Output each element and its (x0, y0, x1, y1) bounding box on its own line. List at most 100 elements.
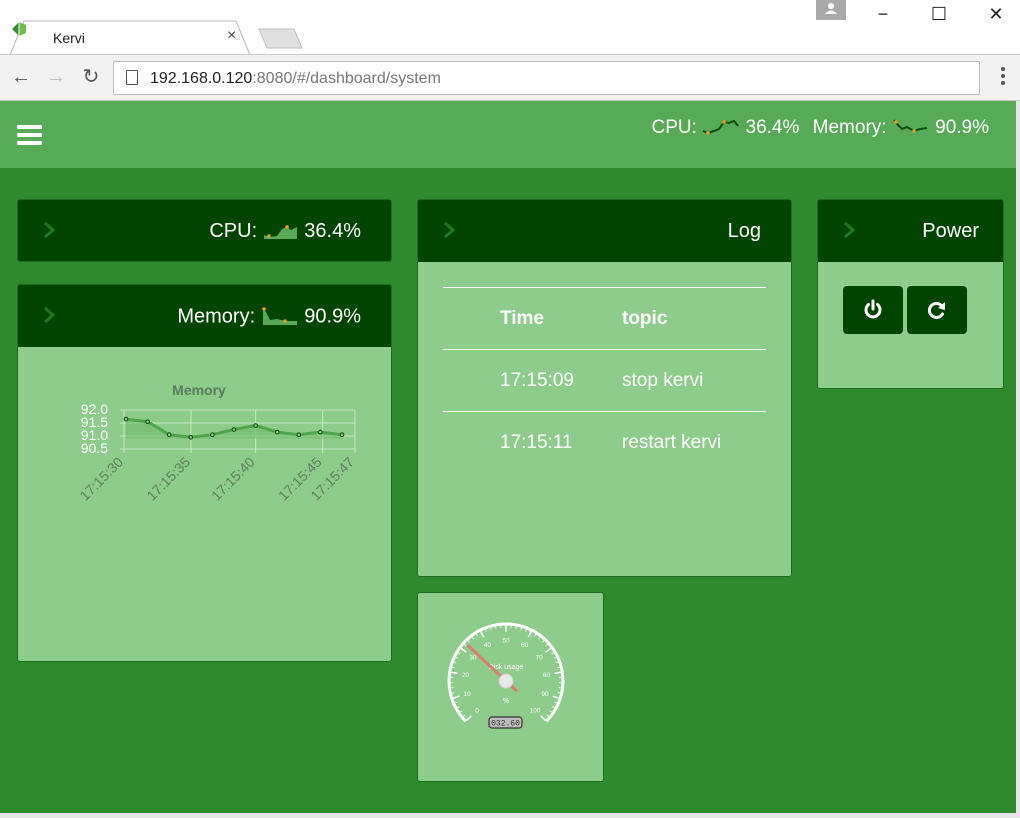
data-point (339, 432, 345, 437)
shutdown-button[interactable] (843, 286, 903, 334)
gauge-tick (455, 656, 459, 659)
cpu-sparkline-icon (702, 119, 739, 135)
close-window-button[interactable]: ✕ (981, 4, 1011, 24)
data-point (231, 427, 237, 432)
disk-usage-gauge: 0102030405060708090100 Disk usage % 032.… (447, 622, 565, 729)
memory-line-chart: Memory 92.091.591.090.5 17:15:30 17:15:35… (76, 382, 357, 504)
gauge-tick (515, 625, 517, 630)
address-bar[interactable]: 192.168.0.120:8080/#/dashboard/system (113, 61, 980, 95)
gauge-tick-label: 70 (536, 654, 544, 661)
browser-titlebar: Kervi × − ☐ ✕ (0, 0, 1020, 56)
power-panel-title: Power (922, 220, 979, 242)
data-point (253, 423, 258, 428)
x-tick-label: 17:15:40 (208, 454, 258, 504)
restart-icon (927, 301, 945, 319)
new-tab-button[interactable] (258, 28, 304, 50)
gauge-tick (554, 671, 562, 675)
gauge-tick (453, 661, 457, 664)
gauge-panel-body: 0 10 20 30 40 50 60 70 80 90 100 Disk usage % 032.… (418, 593, 603, 781)
gauge-readout: 032.60 (491, 720, 520, 729)
gauge-tick (545, 647, 552, 653)
browser-toolbar: ← → ↻ 192.168.0.120:8080/#/dashboard/sys… (0, 54, 1020, 101)
header-memory-label: Memory: (812, 117, 887, 138)
gauge-tick (540, 715, 547, 722)
maximize-button[interactable]: ☐ (924, 4, 954, 24)
gauge-tick (525, 628, 527, 632)
back-button[interactable]: ← (9, 65, 33, 89)
gauge-tick (527, 630, 533, 638)
log-table-header: Time topic (443, 288, 766, 349)
browser-menu-icon[interactable] (996, 67, 1010, 89)
memory-area-sparkline-icon (261, 307, 297, 325)
url-text: 192.168.0.120:8080/#/dashboard/system (150, 70, 441, 87)
header-stats: CPU: 36.4% Memory: 90.9% (652, 117, 989, 139)
gauge-tick (546, 714, 550, 718)
gauge-tick (489, 627, 492, 631)
log-topic: restart kervi (622, 432, 722, 453)
restart-button[interactable] (907, 286, 967, 334)
gauge-tick-label: 0 (475, 707, 479, 714)
log-panel-header[interactable]: Log (418, 200, 791, 262)
gauge-tick-label: 100 (530, 707, 541, 714)
power-panel-header[interactable]: Power (818, 200, 1003, 262)
memory-panel: Memory: 90.9% Memory 92.0 91.5 91.0 90.5 17… (17, 284, 392, 662)
header-cpu-value: 36.4% (745, 117, 800, 138)
gauge-tick (475, 633, 478, 637)
gauge-tick (462, 714, 466, 718)
cpu-area-sparkline-icon (263, 224, 297, 239)
chevron-right-icon (44, 306, 56, 324)
power-icon (864, 299, 882, 319)
gauge-tick (454, 701, 458, 704)
column-header-time: Time (500, 308, 545, 329)
data-point (296, 432, 302, 437)
header-cpu-label: CPU: (651, 117, 697, 138)
power-panel-body (818, 262, 1003, 388)
gauge-tick (552, 706, 556, 709)
gauge-tick (557, 666, 561, 669)
gauge-tick (549, 710, 553, 713)
gauge-tick (456, 706, 460, 709)
memory-panel-header[interactable]: Memory: 90.9% (18, 285, 391, 347)
memory-panel-value: 90.9% (304, 305, 361, 328)
y-tick-label: 90.5 (81, 440, 108, 456)
cpu-panel-value: 36.4% (304, 220, 361, 243)
tab-title: Kervi (53, 30, 85, 46)
gauge-tick-label: 40 (484, 642, 492, 649)
gauge-tick-label: 60 (521, 642, 529, 649)
gauge-tick (459, 710, 463, 713)
gauge-tick-label: 80 (543, 672, 551, 679)
browser-tab[interactable]: Kervi × (10, 20, 251, 56)
vertical-scrollbar[interactable] (1016, 101, 1020, 813)
gauge-tick (460, 647, 467, 653)
profile-button[interactable] (816, 0, 846, 20)
gauge-tick-label: 30 (469, 654, 477, 661)
gauge-tick (451, 692, 455, 694)
gauge-tick (551, 652, 555, 655)
menu-icon[interactable] (17, 125, 42, 145)
gauge-tick (552, 695, 560, 700)
reload-button[interactable]: ↻ (79, 65, 103, 89)
cpu-panel-header[interactable]: CPU: 36.4% (18, 200, 391, 261)
table-row: 17:15:11 restart kervi (443, 412, 766, 473)
gauge-tick (467, 639, 471, 643)
forward-button[interactable]: → (44, 65, 68, 89)
gauge-tick (541, 639, 545, 643)
data-point (210, 432, 215, 437)
minimize-button[interactable]: − (868, 4, 898, 24)
memory-sparkline-icon (893, 119, 927, 133)
tab-close-icon[interactable]: × (227, 27, 236, 45)
data-point (274, 429, 280, 435)
kervi-dashboard: CPU: 36.4% Memory: 90.9% CPU: 36.4% Memo… (0, 101, 1016, 813)
x-tick-label: 17:15:30 (76, 454, 126, 504)
log-time: 17:15:09 (500, 370, 574, 391)
data-point (166, 432, 172, 437)
gauge-tick (553, 656, 557, 659)
column-header-topic: topic (622, 308, 668, 329)
log-topic: stop kervi (622, 370, 704, 391)
power-panel: Power (817, 199, 1004, 389)
gauge-tick-label: 90 (541, 691, 549, 698)
page-icon (126, 70, 138, 85)
chevron-right-icon (844, 221, 856, 239)
log-panel-body: Time topic 17:15:09 stop kervi 17:15:11 … (418, 262, 791, 576)
horizontal-scrollbar[interactable] (0, 813, 1020, 818)
